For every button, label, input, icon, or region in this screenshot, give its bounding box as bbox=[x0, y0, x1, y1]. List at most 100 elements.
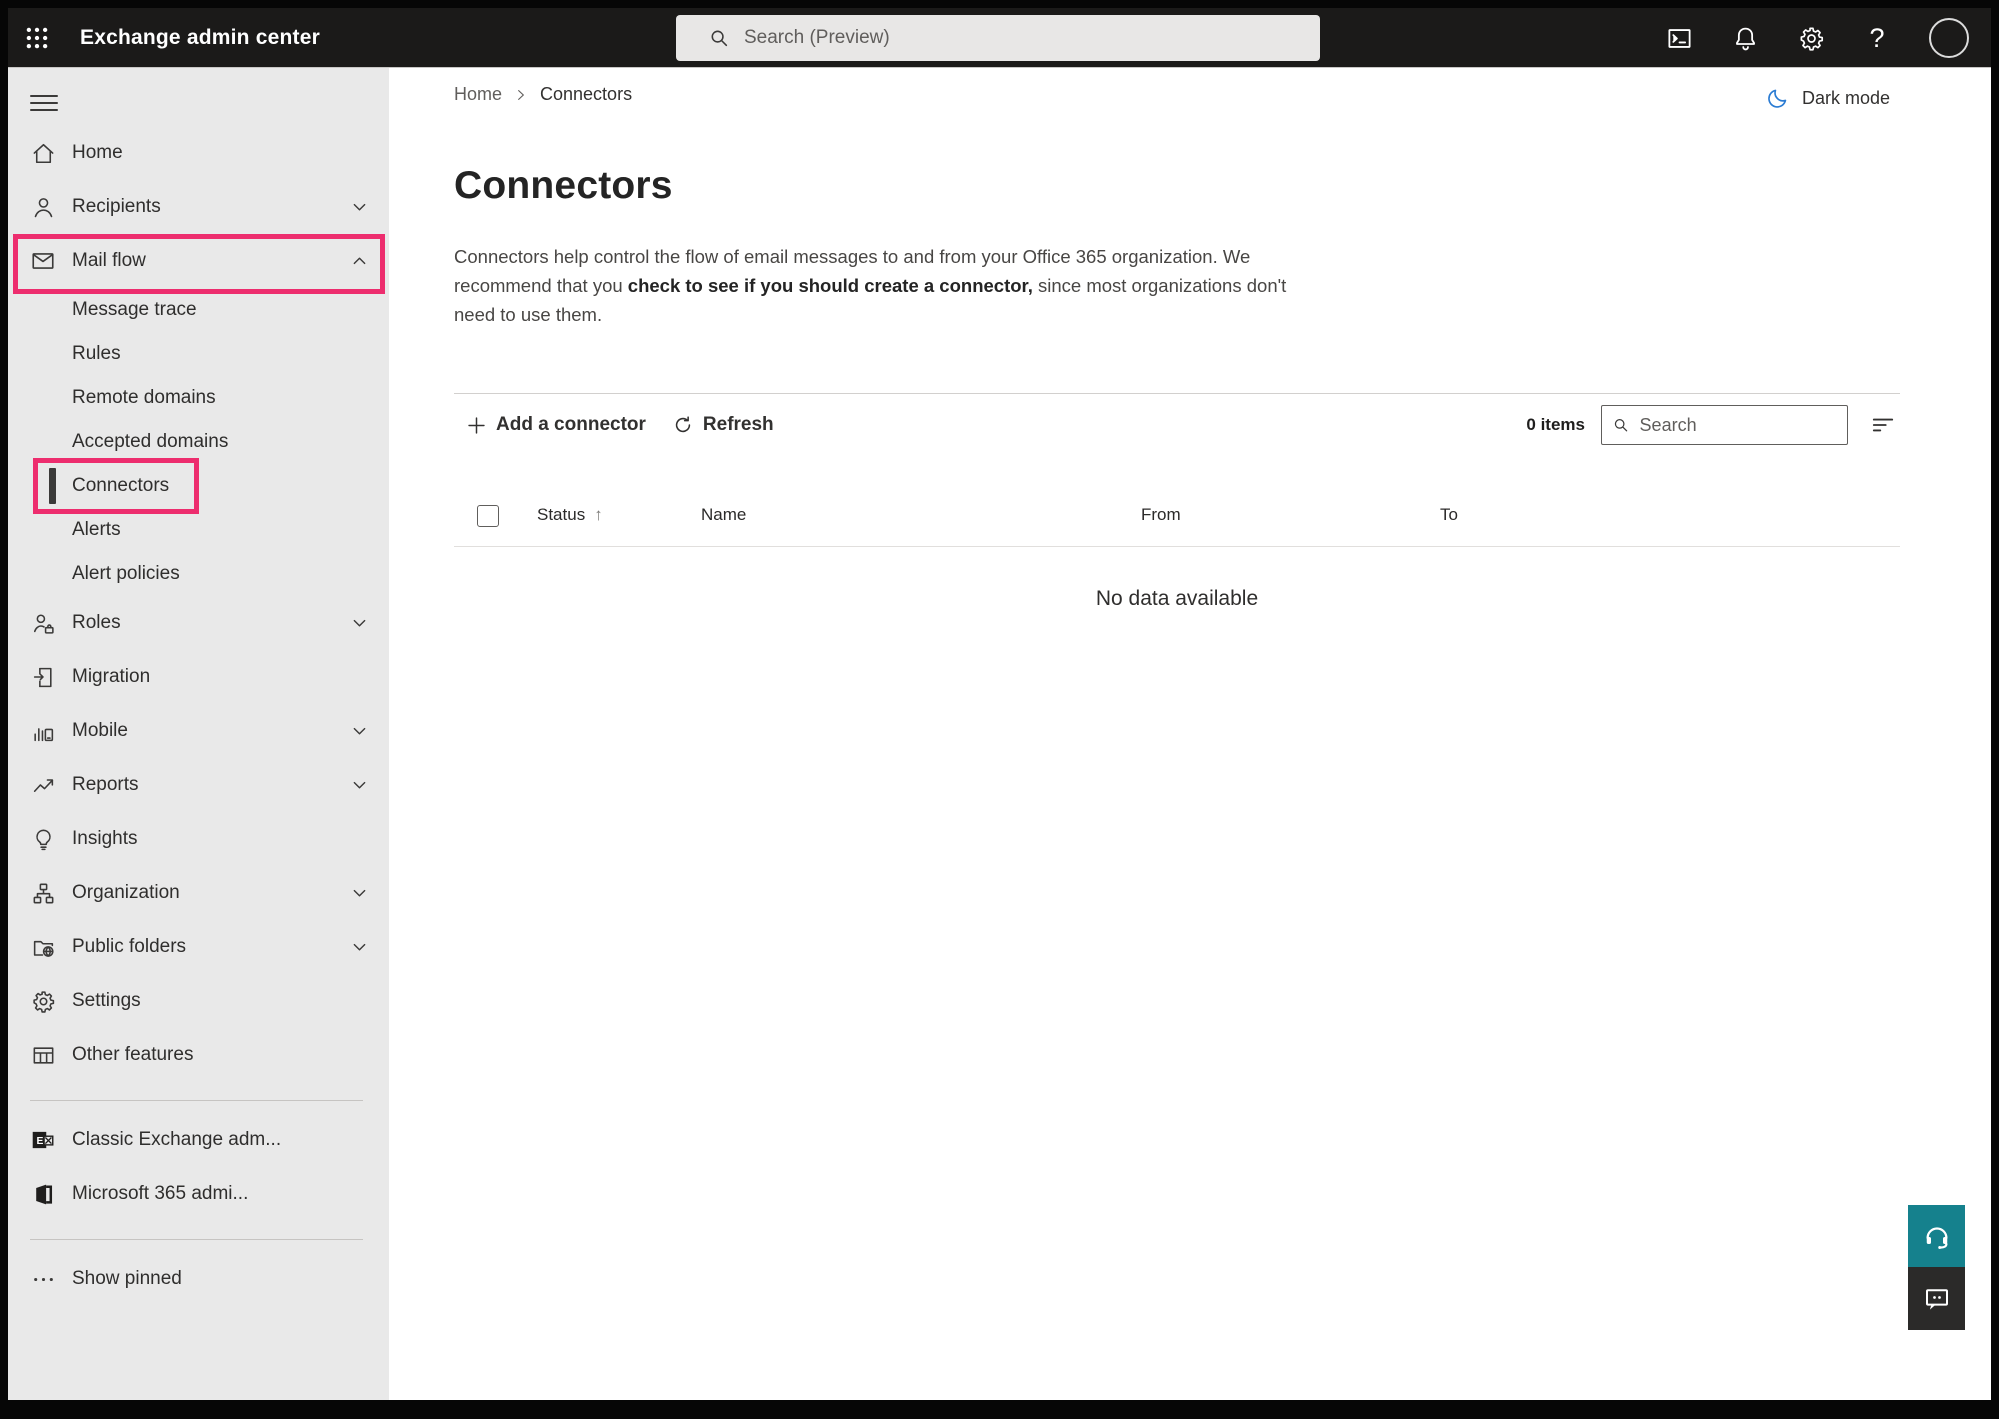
sidebar-divider bbox=[30, 1100, 363, 1101]
sidebar-item-show-pinned[interactable]: Show pinned bbox=[8, 1252, 389, 1306]
global-search[interactable] bbox=[676, 15, 1320, 61]
migration-icon bbox=[31, 665, 56, 690]
column-label: Name bbox=[701, 505, 746, 525]
sidebar-item-label: Microsoft 365 admi... bbox=[72, 1183, 248, 1205]
column-label: From bbox=[1141, 505, 1181, 525]
column-header-from[interactable]: From bbox=[1141, 505, 1181, 525]
breadcrumb-current: Connectors bbox=[540, 84, 632, 105]
support-button[interactable] bbox=[1908, 1205, 1965, 1267]
sidebar-item-alerts[interactable]: Alerts bbox=[8, 508, 389, 552]
chevron-down-icon bbox=[350, 198, 369, 217]
toolbar-divider bbox=[454, 393, 1900, 394]
sidebar-item-label: Reports bbox=[72, 774, 139, 796]
column-header-name[interactable]: Name bbox=[701, 505, 746, 525]
org-chart-icon bbox=[31, 881, 56, 906]
microsoft-365-icon bbox=[31, 1182, 56, 1207]
help-button[interactable]: ? bbox=[1863, 24, 1891, 52]
dark-mode-toggle[interactable]: Dark mode bbox=[1765, 86, 1890, 111]
ellipsis-icon bbox=[31, 1267, 56, 1292]
sidebar-item-label: Classic Exchange adm... bbox=[72, 1129, 281, 1151]
sidebar-item-connectors[interactable]: Connectors bbox=[8, 464, 389, 508]
sidebar-item-insights[interactable]: Insights bbox=[8, 812, 389, 866]
floating-action-buttons bbox=[1908, 1205, 1965, 1330]
chevron-down-icon bbox=[350, 884, 369, 903]
sidebar-item-remote-domains[interactable]: Remote domains bbox=[8, 376, 389, 420]
global-search-input[interactable] bbox=[744, 27, 1306, 49]
sidebar-item-label: Message trace bbox=[72, 299, 197, 321]
sidebar-item-home[interactable]: Home bbox=[8, 126, 389, 180]
sidebar-item-label: Alerts bbox=[72, 519, 121, 541]
app-launcher-button[interactable] bbox=[8, 8, 66, 68]
column-label: To bbox=[1440, 505, 1458, 525]
app-title: Exchange admin center bbox=[80, 26, 320, 50]
search-icon bbox=[708, 27, 730, 49]
bell-icon bbox=[1732, 25, 1759, 52]
svg-text:E: E bbox=[37, 1136, 44, 1147]
sidebar-item-label: Accepted domains bbox=[72, 431, 228, 453]
sidebar-item-settings[interactable]: Settings bbox=[8, 974, 389, 1028]
sidebar: Home Recipients Mail flow Message trace … bbox=[8, 68, 389, 1400]
topbar: Exchange admin center bbox=[8, 8, 1991, 68]
sidebar-item-accepted-domains[interactable]: Accepted domains bbox=[8, 420, 389, 464]
sidebar-item-mail-flow[interactable]: Mail flow bbox=[8, 234, 389, 288]
sidebar-item-migration[interactable]: Migration bbox=[8, 650, 389, 704]
sidebar-item-message-trace[interactable]: Message trace bbox=[8, 288, 389, 332]
folder-globe-icon bbox=[31, 935, 56, 960]
sidebar-item-label: Roles bbox=[72, 612, 121, 634]
column-header-to[interactable]: To bbox=[1440, 505, 1458, 525]
feedback-button[interactable] bbox=[1908, 1267, 1965, 1330]
sidebar-item-recipients[interactable]: Recipients bbox=[8, 180, 389, 234]
breadcrumb-home-link[interactable]: Home bbox=[454, 84, 502, 105]
account-avatar[interactable] bbox=[1929, 18, 1969, 58]
sidebar-item-reports[interactable]: Reports bbox=[8, 758, 389, 812]
refresh-button[interactable]: Refresh bbox=[660, 405, 786, 445]
sidebar-item-public-folders[interactable]: Public folders bbox=[8, 920, 389, 974]
chevron-down-icon bbox=[350, 776, 369, 795]
create-connector-check-link[interactable]: check to see if you should create a conn… bbox=[628, 275, 1033, 296]
breadcrumb-chevron-icon bbox=[514, 88, 528, 102]
dark-mode-label: Dark mode bbox=[1802, 88, 1890, 109]
chat-icon bbox=[1922, 1284, 1952, 1314]
gear-icon bbox=[31, 989, 56, 1014]
main-content: Home Connectors Dark mode Connectors Con… bbox=[389, 68, 1991, 1400]
sidebar-item-label: Other features bbox=[72, 1044, 193, 1066]
list-search-input[interactable] bbox=[1640, 415, 1837, 436]
sidebar-item-mobile[interactable]: Mobile bbox=[8, 704, 389, 758]
sidebar-item-roles[interactable]: Roles bbox=[8, 596, 389, 650]
terminal-button[interactable] bbox=[1665, 24, 1693, 52]
notifications-button[interactable] bbox=[1731, 24, 1759, 52]
list-search[interactable] bbox=[1601, 405, 1848, 445]
home-icon bbox=[31, 141, 56, 166]
sidebar-item-label: Mobile bbox=[72, 720, 128, 742]
table-header-divider bbox=[454, 546, 1900, 547]
headset-icon bbox=[1922, 1221, 1952, 1251]
settings-button[interactable] bbox=[1797, 24, 1825, 52]
sidebar-item-label: Organization bbox=[72, 882, 180, 904]
table-grid-icon bbox=[31, 1043, 56, 1068]
mail-icon bbox=[30, 248, 56, 274]
sidebar-item-rules[interactable]: Rules bbox=[8, 332, 389, 376]
gear-icon bbox=[1798, 25, 1825, 52]
moon-icon bbox=[1765, 86, 1790, 111]
chevron-down-icon bbox=[350, 614, 369, 633]
plus-icon bbox=[466, 415, 487, 436]
sidebar-item-organization[interactable]: Organization bbox=[8, 866, 389, 920]
breadcrumb: Home Connectors bbox=[454, 84, 632, 105]
select-all-checkbox[interactable] bbox=[477, 505, 499, 527]
help-icon: ? bbox=[1869, 25, 1884, 52]
page-title: Connectors bbox=[454, 164, 673, 208]
sidebar-item-alert-policies[interactable]: Alert policies bbox=[8, 552, 389, 596]
nav-collapse-button[interactable] bbox=[30, 90, 60, 116]
sidebar-item-label: Migration bbox=[72, 666, 150, 688]
sidebar-item-label: Public folders bbox=[72, 936, 186, 958]
sidebar-item-label: Show pinned bbox=[72, 1268, 182, 1290]
empty-state-message: No data available bbox=[454, 587, 1900, 611]
column-header-status[interactable]: Status ↑ bbox=[537, 505, 603, 525]
refresh-icon bbox=[672, 414, 694, 436]
add-connector-button[interactable]: Add a connector bbox=[454, 405, 658, 445]
sidebar-item-other-features[interactable]: Other features bbox=[8, 1028, 389, 1082]
sidebar-divider bbox=[30, 1239, 363, 1240]
filter-button[interactable] bbox=[1866, 408, 1900, 442]
sidebar-item-classic-exchange[interactable]: E Classic Exchange adm... bbox=[8, 1113, 389, 1167]
sidebar-item-microsoft-365-admin[interactable]: Microsoft 365 admi... bbox=[8, 1167, 389, 1221]
